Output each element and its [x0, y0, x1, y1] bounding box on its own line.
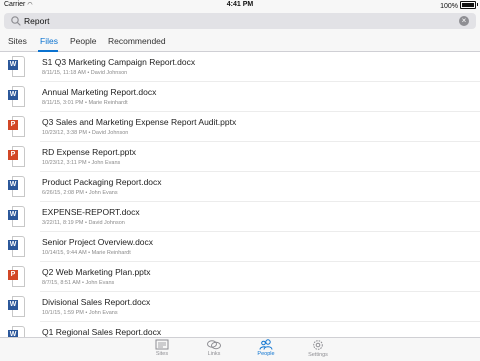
tab-recommended[interactable]: Recommended [108, 36, 166, 47]
file-meta: 8/11/15, 11:18 AM • David Johnson [42, 70, 128, 76]
file-meta: 8/11/15, 3:01 PM • Marie Reinhardt [42, 100, 128, 106]
people-icon [259, 339, 273, 350]
status-bar: Carrier ◠ 4:41 PM 100% [0, 0, 480, 10]
file-name: Senior Project Overview.docx [42, 237, 154, 247]
bottom-tab-label: Links [207, 351, 221, 357]
word-doc-icon: W [8, 56, 25, 77]
file-name: Product Packaging Report.docx [42, 177, 162, 187]
word-doc-icon: W [8, 326, 25, 337]
file-name: Q3 Sales and Marketing Expense Report Au… [42, 117, 237, 127]
bottom-tab-label: Sites [155, 351, 169, 357]
file-row[interactable]: P Q3 Sales and Marketing Expense Report A… [0, 112, 480, 142]
battery-percent: 100% [440, 3, 458, 10]
file-name: Annual Marketing Report.docx [42, 87, 157, 97]
search-input[interactable]: Report × [4, 13, 476, 29]
file-meta: 8/7/15, 8:51 AM • John Evans [42, 280, 115, 286]
bottom-tab-people[interactable]: People [246, 339, 286, 357]
file-meta: 3/22/11, 8:19 PM • David Johnson [42, 220, 125, 226]
file-row[interactable]: P RD Expense Report.pptx 10/23/12, 3:11 PM… [0, 142, 480, 172]
word-doc-icon: W [8, 296, 25, 317]
search-icon [11, 16, 21, 26]
file-row[interactable]: W S1 Q3 Marketing Campaign Report.docx 8/1… [0, 52, 480, 82]
bottom-tab-settings[interactable]: Settings [298, 339, 338, 358]
search-area: Report × [0, 10, 480, 32]
powerpoint-doc-icon: P [8, 146, 25, 167]
file-row[interactable]: W EXPENSE-REPORT.docx 3/22/11, 8:19 PM • D… [0, 202, 480, 232]
clear-icon[interactable]: × [459, 16, 469, 26]
file-meta: 10/1/15, 1:59 PM • John Evans [42, 310, 118, 316]
clock: 4:41 PM [226, 1, 254, 8]
battery-indicator: 100% [440, 1, 478, 10]
links-icon [207, 340, 221, 350]
file-name: Q2 Web Marketing Plan.pptx [42, 267, 151, 277]
file-name: RD Expense Report.pptx [42, 147, 137, 157]
tab-sites[interactable]: Sites [8, 36, 27, 47]
word-doc-icon: W [8, 86, 25, 107]
file-row[interactable]: W Annual Marketing Report.docx 8/11/15, 3:… [0, 82, 480, 112]
bottom-tab-bar: Sites Links People Settings [0, 337, 480, 361]
file-name: S1 Q3 Marketing Campaign Report.docx [42, 57, 196, 67]
file-meta: 6/26/15, 2:08 PM • John Evans [42, 190, 118, 196]
file-meta: 10/23/12, 3:38 PM • David Johnson [42, 130, 129, 136]
tab-files[interactable]: Files [40, 36, 58, 47]
powerpoint-doc-icon: P [8, 116, 25, 137]
settings-icon [313, 340, 323, 350]
file-meta: 10/14/15, 9:44 AM • Marie Reinhardt [42, 250, 131, 256]
battery-icon [460, 1, 478, 9]
word-doc-icon: W [8, 176, 25, 197]
file-row[interactable]: W Q1 Regional Sales Report.docx [0, 322, 480, 337]
file-name: Q1 Regional Sales Report.docx [42, 327, 162, 337]
powerpoint-doc-icon: P [8, 266, 25, 287]
search-query[interactable]: Report [24, 15, 50, 27]
file-list: W S1 Q3 Marketing Campaign Report.docx 8/1… [0, 52, 480, 337]
file-name: EXPENSE-REPORT.docx [42, 207, 140, 217]
result-tabs: Sites Files People Recommended [0, 32, 480, 52]
tab-people[interactable]: People [70, 36, 96, 47]
bottom-tab-links[interactable]: Links [194, 339, 234, 357]
file-row[interactable]: W Product Packaging Report.docx 6/26/15, 2… [0, 172, 480, 202]
bottom-tab-sites[interactable]: Sites [142, 339, 182, 357]
sites-icon [155, 339, 169, 350]
file-row[interactable]: W Divisional Sales Report.docx 10/1/15, 1:… [0, 292, 480, 322]
file-name: Divisional Sales Report.docx [42, 297, 151, 307]
file-row[interactable]: W Senior Project Overview.docx 10/14/15, 9… [0, 232, 480, 262]
word-doc-icon: W [8, 236, 25, 257]
bottom-tab-label: People [257, 351, 275, 357]
file-meta: 10/23/12, 3:11 PM • John Evans [42, 160, 121, 166]
word-doc-icon: W [8, 206, 25, 227]
bottom-tab-label: Settings [308, 352, 328, 358]
file-row[interactable]: P Q2 Web Marketing Plan.pptx 8/7/15, 8:51 … [0, 262, 480, 292]
